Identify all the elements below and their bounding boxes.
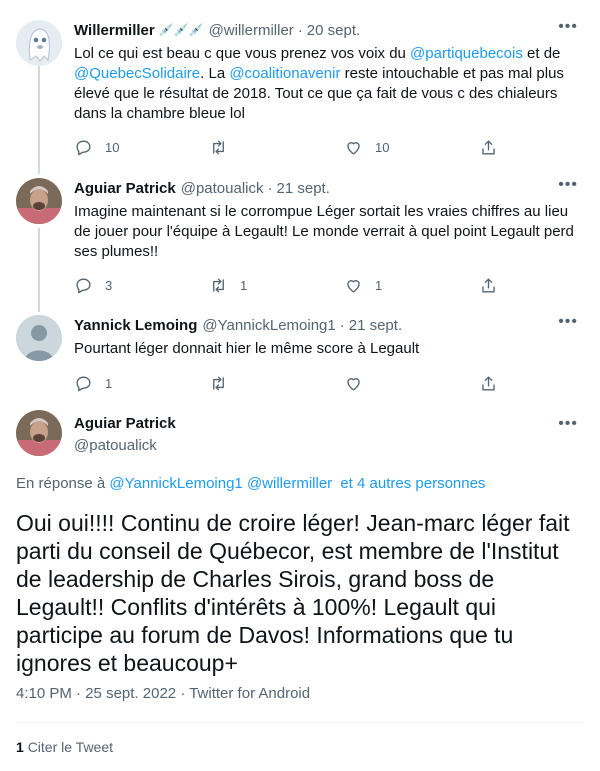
divider [16, 722, 584, 723]
retweet-icon [213, 277, 224, 293]
reply-context: En réponse à @YannickLemoing1 @willermil… [16, 475, 485, 492]
others-link[interactable]: et 4 autres personnes [340, 475, 485, 492]
avatar[interactable] [16, 20, 62, 66]
reply-count: 3 [105, 277, 113, 293]
share-icon [482, 375, 495, 391]
share-button[interactable] [479, 138, 498, 157]
reply-icon [76, 375, 91, 391]
tweet-text: Pourtant léger donnait hier le même scor… [74, 340, 420, 357]
reply-icon [76, 277, 91, 293]
separator: · [339, 316, 345, 334]
display-name[interactable]: Yannick Lemoing [74, 317, 197, 334]
quote-count: 1 [16, 739, 24, 755]
mention-link[interactable]: @partiquebecois [410, 45, 523, 62]
tweet-date[interactable]: 21 sept. [277, 180, 330, 197]
reply-button[interactable]: 3 [74, 276, 209, 295]
photo-avatar-icon [16, 410, 62, 456]
retweet-count: 1 [240, 277, 248, 293]
more-icon[interactable]: ••• [558, 19, 578, 35]
separator: · [267, 179, 273, 197]
retweet-icon [213, 139, 224, 155]
tweet-text: Imagine maintenant si le corrompue Léger… [74, 203, 574, 260]
tweet-text: Lol ce qui est beau c que vous prenez vo… [74, 44, 584, 124]
like-button[interactable] [344, 374, 479, 393]
like-button[interactable]: 10 [344, 138, 479, 157]
tweet-time[interactable]: 4:10 PM [16, 685, 72, 702]
tweet-text: Oui oui!!!! Continu de croire léger! Jea… [16, 510, 570, 676]
quote-label: Citer le Tweet [27, 739, 114, 755]
default-avatar-icon [16, 315, 62, 361]
handle[interactable]: @YannickLemoing1 [202, 317, 335, 334]
like-count: 10 [375, 139, 390, 155]
share-icon [482, 139, 495, 155]
share-button[interactable] [479, 276, 498, 295]
like-icon [347, 377, 360, 391]
handle[interactable]: @patoualick [74, 437, 157, 454]
reply-prefix: En réponse à [16, 475, 110, 492]
handle[interactable]: @patoualick [181, 180, 264, 197]
mention-link[interactable]: @willermiller [247, 475, 332, 492]
avatar[interactable] [16, 410, 62, 456]
like-count: 1 [375, 277, 383, 293]
tweet-actions: 1 [74, 373, 584, 393]
display-name[interactable]: Aguiar Patrick [74, 415, 176, 432]
avatar[interactable] [16, 315, 62, 361]
more-icon[interactable]: ••• [558, 416, 578, 432]
photo-avatar-icon [16, 178, 62, 224]
more-icon[interactable]: ••• [558, 177, 578, 193]
tweet-header: Yannick Lemoing @YannickLemoing1 · 21 se… [74, 315, 584, 335]
tweet-date[interactable]: 21 sept. [349, 317, 402, 334]
avatar[interactable] [16, 178, 62, 224]
text-segment: . La [200, 65, 230, 82]
mention-link[interactable]: @QuebecSolidaire [74, 65, 200, 82]
ghost-avatar-icon [16, 20, 62, 66]
share-icon [482, 277, 495, 293]
retweet-icon [213, 375, 224, 391]
retweet-button[interactable] [209, 138, 344, 157]
like-icon [347, 141, 360, 155]
tweet[interactable]: Aguiar Patrick @patoualick · 21 sept. ••… [0, 177, 600, 295]
like-button[interactable]: 1 [344, 276, 479, 295]
tweet[interactable]: Willermiller 💉💉💉 @willermiller · 20 sept… [0, 19, 600, 157]
text-segment: et de [522, 45, 561, 62]
retweet-button[interactable]: 1 [209, 276, 344, 295]
tweet-header: Willermiller 💉💉💉 @willermiller · 20 sept… [74, 20, 584, 40]
mention-link[interactable]: @YannickLemoing1 [109, 475, 242, 492]
tweet[interactable]: Yannick Lemoing @YannickLemoing1 · 21 se… [0, 314, 600, 393]
tweet-date[interactable]: 25 sept. 2022 [85, 685, 176, 702]
name-emoji: 💉💉💉 [158, 23, 204, 37]
tweet-actions: 10 10 [74, 137, 584, 157]
separator: · [180, 685, 186, 702]
tweet-header: Aguiar Patrick @patoualick · 21 sept. [74, 178, 584, 198]
mention-link[interactable]: @coalitionavenir [229, 65, 340, 82]
reply-icon [76, 139, 91, 155]
quote-tweets-link[interactable]: 1 Citer le Tweet [16, 739, 113, 755]
more-icon[interactable]: ••• [558, 314, 578, 330]
separator: · [297, 21, 303, 39]
display-name[interactable]: Willermiller [74, 22, 155, 39]
reply-count: 10 [105, 139, 120, 155]
handle[interactable]: @willermiller [209, 22, 294, 39]
tweet-meta: 4:10 PM · 25 sept. 2022 · Twitter for An… [16, 685, 310, 702]
tweet-date[interactable]: 20 sept. [307, 22, 360, 39]
display-name[interactable]: Aguiar Patrick [74, 180, 176, 197]
reply-count: 1 [105, 375, 113, 391]
tweet-source[interactable]: Twitter for Android [189, 685, 310, 702]
reply-button[interactable]: 10 [74, 138, 209, 157]
reply-button[interactable]: 1 [74, 374, 209, 393]
tweet-actions: 3 1 1 [74, 275, 584, 295]
retweet-button[interactable] [209, 374, 344, 393]
text-segment: Lol ce qui est beau c que vous prenez vo… [74, 45, 411, 62]
share-button[interactable] [479, 374, 498, 393]
separator: · [76, 685, 82, 702]
like-icon [347, 279, 360, 293]
